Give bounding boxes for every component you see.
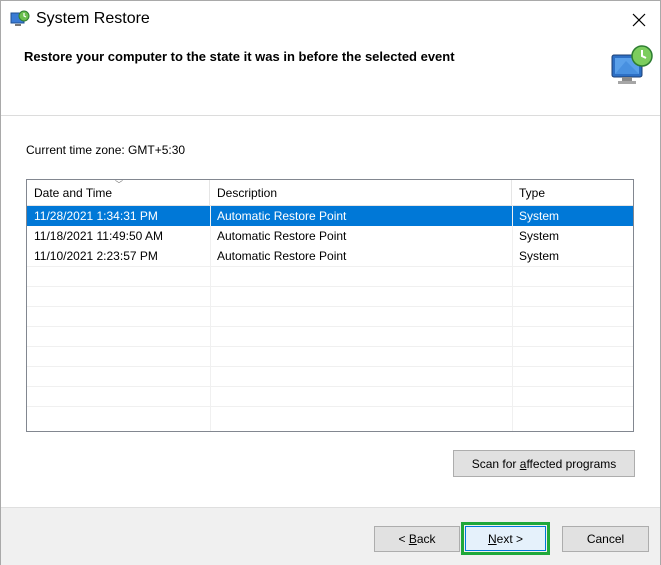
list-rows: 11/28/2021 1:34:31 PM Automatic Restore … [27,206,633,266]
row-date: 11/10/2021 2:23:57 PM [34,249,158,263]
timezone-label: Current time zone: GMT+5:30 [26,143,186,157]
row-description: Automatic Restore Point [217,229,347,243]
scan-affected-programs-button[interactable]: Scan for a ffected programs [453,450,635,477]
row-date: 11/28/2021 1:34:31 PM [34,209,158,223]
grid-line [27,386,633,387]
cancel-button[interactable]: Cancel [562,526,649,552]
next-label-accel: N [487,531,497,546]
column-label: Type [519,186,546,200]
grid-line [512,206,513,431]
next-button[interactable]: Next > [465,526,546,551]
scan-label-pre: Scan for [471,456,520,471]
system-restore-window: System Restore Restore your computer to … [0,0,661,565]
grid-line [27,286,633,287]
system-restore-icon [10,9,30,29]
column-label: Description [217,186,278,200]
grid-line [27,266,633,267]
back-label-post: ack [416,532,436,546]
row-description: Automatic Restore Point [217,249,347,263]
column-date-and-time[interactable]: Date and Time ﹀ [27,180,210,206]
window-title: System Restore [36,10,150,27]
sort-descending-icon: ﹀ [115,180,123,189]
table-row[interactable]: 11/18/2021 11:49:50 AM Automatic Restore… [27,226,633,246]
scan-label-post: ffected programs [526,456,617,471]
column-description[interactable]: Description [210,180,512,206]
row-description: Automatic Restore Point [217,209,347,223]
grid-line [210,206,211,431]
next-label-post: ext > [496,531,524,546]
back-button[interactable]: < Back [374,526,460,552]
row-type: System [519,229,560,243]
row-date: 11/18/2021 11:49:50 AM [34,229,163,243]
grid-line [27,406,633,407]
row-type: System [519,249,560,263]
header-divider [1,115,660,116]
table-row[interactable]: 11/28/2021 1:34:31 PM Automatic Restore … [27,206,633,226]
grid-line [27,346,633,347]
scan-label-accel: a [519,456,527,471]
back-label-accel: B [408,532,417,546]
monitor-restore-icon [608,43,656,91]
grid-line [27,306,633,307]
title-bar[interactable]: System Restore [1,1,660,39]
close-icon[interactable] [624,5,654,35]
grid-line [27,366,633,367]
table-row[interactable]: 11/10/2021 2:23:57 PM Automatic Restore … [27,246,633,266]
list-header: Date and Time ﹀ Description Type [27,180,633,206]
page-heading: Restore your computer to the state it wa… [24,49,455,64]
restore-points-list[interactable]: Date and Time ﹀ Description Type 11/28/2… [26,179,634,432]
back-label-pre: < [398,532,409,546]
row-type: System [519,209,560,223]
column-type[interactable]: Type [512,180,633,206]
grid-line [27,326,633,327]
column-label: Date and Time [34,186,113,200]
